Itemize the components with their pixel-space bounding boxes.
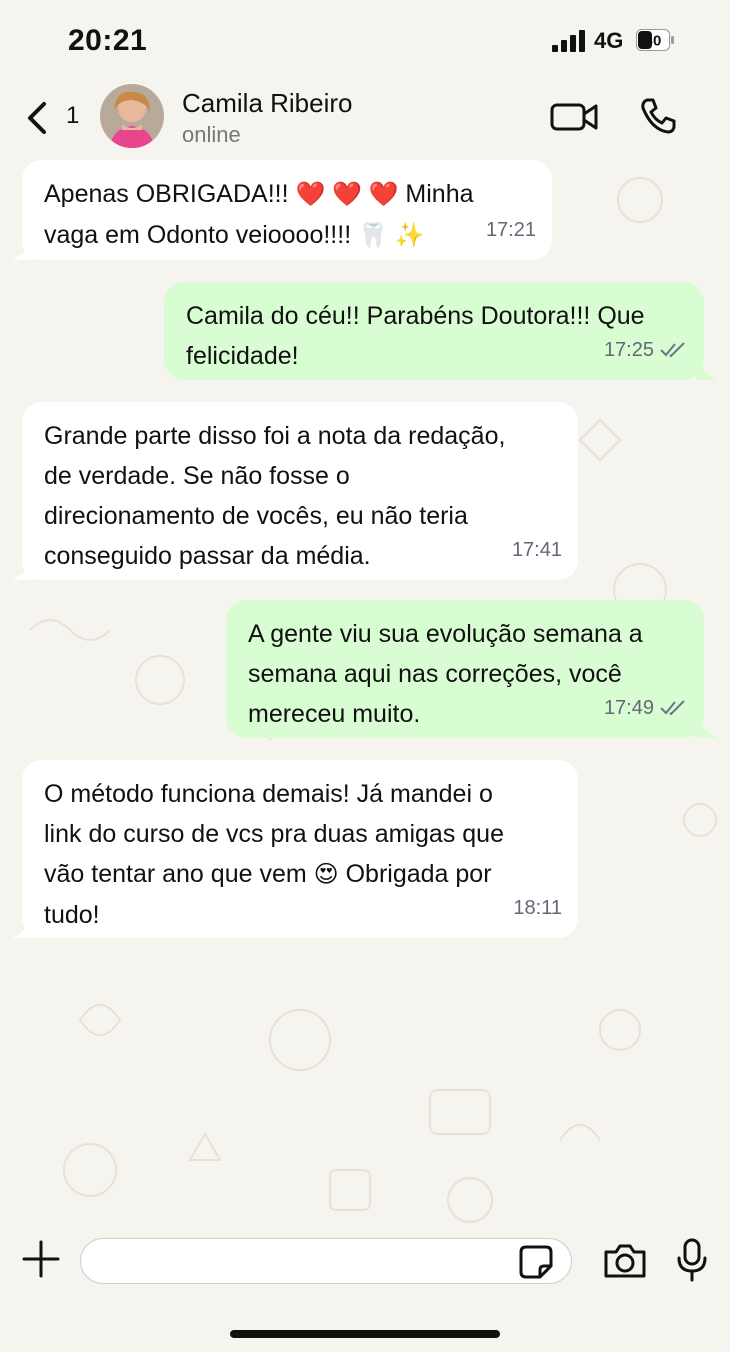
cellular-signal-icon (552, 30, 585, 52)
home-indicator (230, 1330, 500, 1338)
message-time: 17:21 (485, 219, 536, 241)
message-input[interactable] (97, 1245, 521, 1279)
phone-call-icon[interactable] (638, 96, 678, 136)
message-line: A gente viu sua evolução semana a (248, 620, 643, 648)
avatar[interactable] (100, 84, 164, 148)
message-meta: 18:11 (513, 888, 562, 928)
battery-level: 30 (645, 33, 662, 50)
read-receipt-icon (660, 700, 685, 716)
tooth-sparkles-emoji: 🦷 ✨ (358, 222, 425, 249)
message-time: 17:41 (511, 539, 562, 561)
back-chevron-icon[interactable] (22, 98, 52, 138)
message-bubble[interactable]: O método funciona demais! Já mandei o li… (22, 760, 578, 938)
message-meta: 17:41 (512, 530, 562, 570)
message-bubble[interactable]: Camila do céu!! Parabéns Doutora!!! Que … (164, 282, 704, 380)
presence-status: online (182, 122, 241, 147)
microphone-icon[interactable] (676, 1238, 708, 1282)
heart-eyes-emoji: 😍 (313, 861, 339, 888)
contact-name[interactable]: Camila Ribeiro (182, 88, 353, 119)
message-list[interactable]: Apenas OBRIGADA!!! ❤️ ❤️ ❤️ Minha vaga e… (0, 160, 730, 1230)
message-time: 18:11 (513, 897, 562, 919)
message-bubble[interactable]: A gente viu sua evolução semana a semana… (226, 600, 704, 738)
message-field[interactable] (80, 1238, 572, 1284)
unread-count[interactable]: 1 (66, 102, 79, 130)
message-text: Apenas OBRIGADA!!! ❤️ ❤️ ❤️ Minha vaga e… (44, 180, 474, 249)
message-time: 17:49 (603, 697, 654, 719)
message-meta: 17:49 (604, 688, 688, 728)
video-call-icon[interactable] (550, 100, 600, 134)
message-line: O método funciona demais! Já mandei o (44, 780, 493, 808)
battery-icon: 30 (636, 29, 674, 51)
message-line: vão tentar ano que vem 😍 Obrigada por (44, 860, 492, 888)
message-line: direcionamento de vocês, eu não teria (44, 502, 468, 530)
message-line: Grande parte disso foi a nota da redação… (44, 422, 506, 450)
status-bar: 20:21 4G 30 (0, 0, 730, 80)
read-receipt-icon (660, 342, 685, 358)
message-meta: 17:25 (604, 330, 688, 370)
message-bubble[interactable]: Apenas OBRIGADA!!! ❤️ ❤️ ❤️ Minha vaga e… (22, 160, 552, 260)
message-line: tudo! (44, 901, 100, 929)
hearts-emoji: ❤️ ❤️ ❤️ (295, 181, 399, 208)
message-bubble[interactable]: Grande parte disso foi a nota da redação… (22, 402, 578, 580)
sticker-icon[interactable] (518, 1244, 554, 1280)
status-time: 20:21 (68, 24, 148, 57)
composer-bar (0, 1230, 730, 1352)
plus-icon[interactable] (22, 1240, 60, 1278)
message-line: conseguido passar da média. (44, 542, 371, 570)
chat-header: 1 Camila Ribeiro online (0, 80, 730, 160)
message-time: 17:25 (603, 339, 654, 361)
network-type: 4G (594, 28, 624, 53)
message-line: de verdade. Se não fosse o (44, 462, 350, 490)
message-meta: 17:21 (486, 210, 536, 250)
message-line: link do curso de vcs pra duas amigas que (44, 820, 504, 848)
camera-icon[interactable] (602, 1242, 648, 1280)
